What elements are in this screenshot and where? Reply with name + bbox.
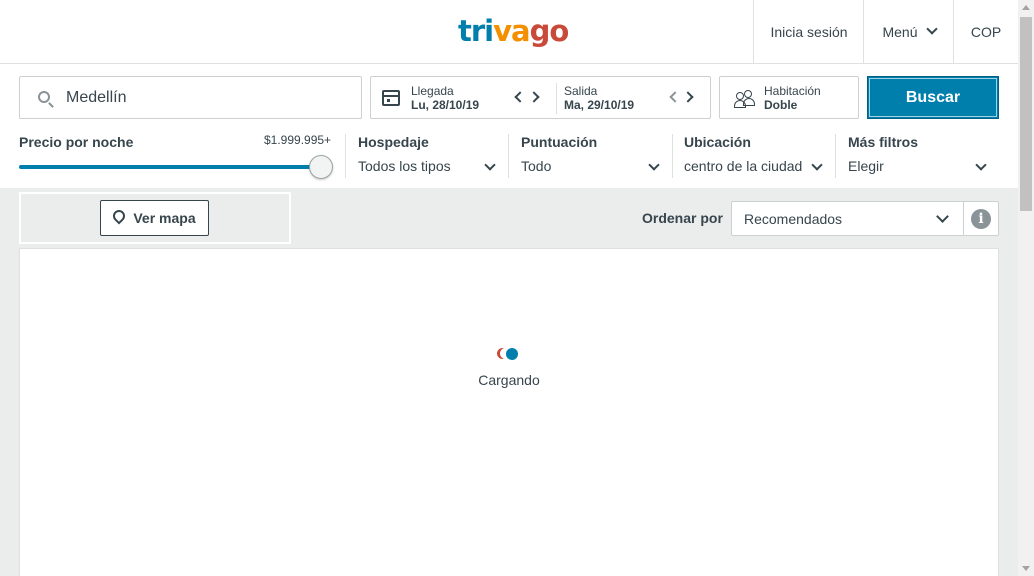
scroll-up-icon[interactable]: [1022, 5, 1030, 10]
checkout-label: Salida: [564, 84, 598, 98]
room-label: Habitación: [764, 84, 821, 98]
filter-divider: [508, 134, 509, 178]
filter-divider: [345, 134, 346, 178]
sort-select[interactable]: Recomendados: [731, 201, 964, 236]
map-pin-icon: [110, 207, 128, 225]
sort-value: Recomendados: [744, 211, 843, 227]
menu-label: Menú: [882, 23, 918, 40]
location-filter-value[interactable]: centro de la ciudad: [684, 158, 802, 174]
login-link[interactable]: Inicia sesión: [753, 0, 864, 63]
trivago-logo[interactable]: trivago: [458, 14, 569, 48]
loading-text: Cargando: [478, 372, 540, 388]
loading-spinner-icon: [497, 348, 521, 360]
date-picker[interactable]: Llegada Lu, 28/10/19 Salida Ma, 29/10/19: [370, 76, 711, 119]
page-scrollbar[interactable]: [1018, 0, 1034, 576]
rating-filter-value[interactable]: Todo: [521, 158, 551, 174]
search-panel: Medellín Llegada Lu, 28/10/19 Salida Ma,…: [0, 64, 1018, 188]
chevron-down-icon: [936, 210, 949, 223]
search-button[interactable]: Buscar: [867, 76, 999, 119]
location-filter-label: Ubicación: [684, 134, 751, 150]
checkin-value[interactable]: Lu, 28/10/19: [411, 98, 479, 112]
destination-input[interactable]: Medellín: [19, 76, 362, 119]
rating-filter-label: Puntuación: [521, 134, 598, 150]
people-icon: [734, 90, 756, 108]
view-map-button[interactable]: Ver mapa: [100, 200, 209, 236]
results-panel: [19, 248, 999, 576]
destination-value: Medellín: [66, 89, 127, 106]
price-filter-label: Precio por noche: [19, 134, 134, 150]
top-header: trivago Inicia sesión Menú COP: [0, 0, 1018, 64]
price-slider-handle[interactable]: [309, 155, 333, 179]
chevron-down-icon[interactable]: [975, 159, 987, 171]
price-slider-track[interactable]: [19, 165, 321, 169]
scrollbar-thumb[interactable]: [1020, 17, 1032, 211]
price-max-value: $1.999.995+: [264, 133, 332, 147]
currency-selector[interactable]: COP: [953, 0, 1018, 63]
sort-info-button[interactable]: i: [963, 201, 999, 236]
more-filters-value[interactable]: Elegir: [848, 158, 884, 174]
chevron-down-icon[interactable]: [811, 159, 823, 171]
scroll-down-icon[interactable]: [1022, 566, 1030, 571]
sort-label: Ordenar por: [642, 210, 723, 226]
chevron-down-icon[interactable]: [648, 159, 660, 171]
calendar-icon: [382, 90, 400, 106]
checkin-prev-icon[interactable]: [514, 91, 526, 103]
checkin-next-icon[interactable]: [528, 91, 540, 103]
chevron-down-icon[interactable]: [484, 159, 496, 171]
room-value: Doble: [764, 98, 798, 112]
filter-divider: [835, 134, 836, 178]
checkout-prev-icon[interactable]: [669, 91, 681, 103]
lodging-filter-value[interactable]: Todos los tipos: [358, 158, 451, 174]
checkin-label: Llegada: [411, 84, 454, 98]
info-icon: i: [971, 208, 991, 229]
lodging-filter-label: Hospedaje: [358, 134, 429, 150]
view-map-label: Ver mapa: [133, 210, 196, 226]
menu-button[interactable]: Menú: [863, 0, 954, 63]
room-selector[interactable]: Habitación Doble: [719, 76, 859, 119]
chevron-down-icon: [925, 23, 938, 35]
checkout-next-icon[interactable]: [682, 91, 694, 103]
filter-divider: [672, 134, 673, 178]
checkout-value[interactable]: Ma, 29/10/19: [564, 98, 634, 112]
more-filters-label: Más filtros: [848, 134, 919, 150]
login-label: Inicia sesión: [770, 23, 848, 40]
date-divider: [556, 83, 557, 114]
search-icon: [38, 91, 50, 103]
currency-label: COP: [970, 23, 1002, 40]
